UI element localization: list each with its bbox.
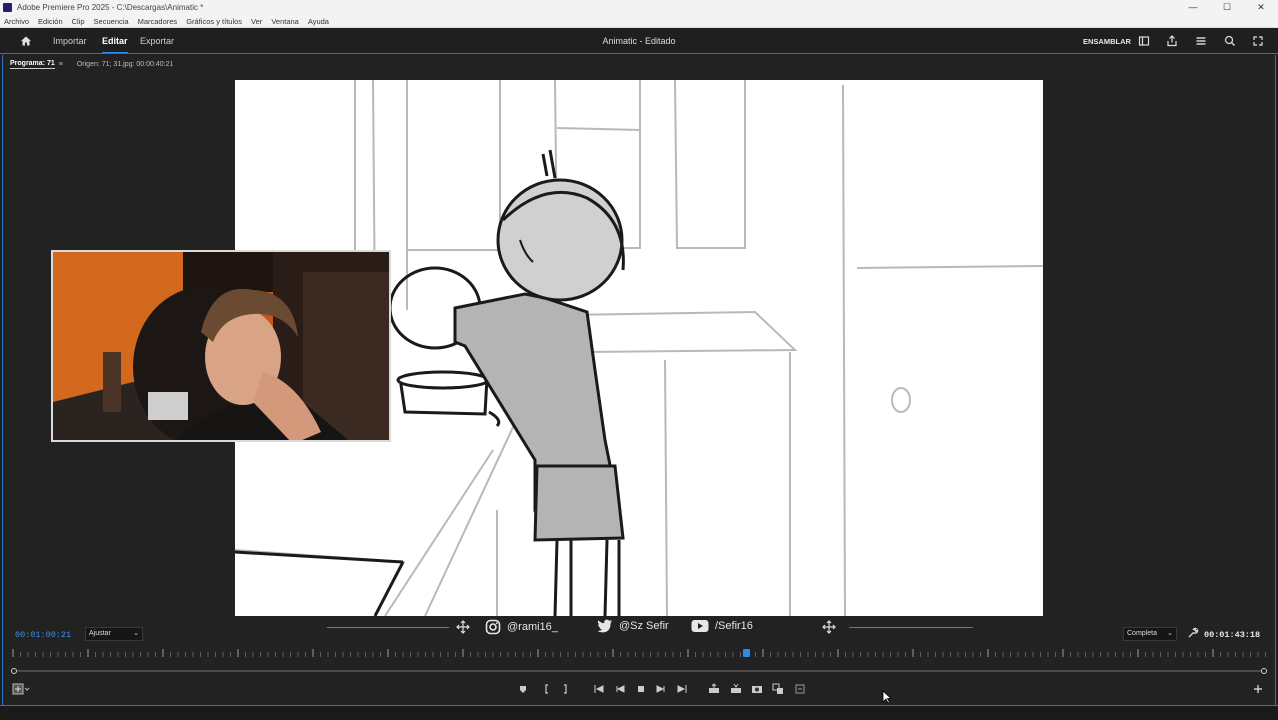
export-frame-button[interactable]: [751, 683, 763, 695]
webcam-overlay[interactable]: [51, 250, 391, 442]
move-icon[interactable]: [456, 620, 470, 634]
window-title: Adobe Premiere Pro 2025 - C:\Descargas\A…: [17, 3, 204, 12]
go-to-in-button[interactable]: [593, 683, 605, 695]
toggle-proxy-button[interactable]: [794, 683, 806, 695]
duration-timecode: 00:01:43:18: [1204, 630, 1261, 640]
fit-value: Ajustar: [89, 630, 111, 637]
menu-graficos[interactable]: Gráficos y títulos: [186, 17, 242, 26]
menu-secuencia[interactable]: Secuencia: [94, 17, 129, 26]
bottom-border: [0, 705, 1278, 720]
program-monitor: Programa: 71 ≡ Origen: 71; 31.jpg: 00:00…: [2, 55, 1276, 705]
wrench-icon[interactable]: [1187, 627, 1199, 639]
step-forward-button[interactable]: [655, 683, 667, 695]
fit-dropdown[interactable]: Ajustar ⌄: [85, 627, 143, 641]
stop-button[interactable]: [635, 683, 647, 695]
expand-icon[interactable]: [1251, 34, 1265, 48]
workspace-label[interactable]: ENSAMBLAR: [1083, 37, 1131, 46]
menu-edicion[interactable]: Edición: [38, 17, 63, 26]
menu-ayuda[interactable]: Ayuda: [308, 17, 329, 26]
youtube-icon: [691, 620, 709, 632]
menu-bar: Archivo Edición Clip Secuencia Marcadore…: [0, 15, 1278, 28]
add-marker-button[interactable]: [517, 683, 529, 695]
twitter-handle: @Sz Sefir: [597, 619, 669, 633]
maximize-button[interactable]: ☐: [1210, 0, 1244, 15]
go-to-out-button[interactable]: [676, 683, 688, 695]
chevron-down-icon: ⌄: [1167, 630, 1173, 637]
youtube-handle: /Sefir16: [691, 619, 753, 633]
lift-button[interactable]: [708, 683, 720, 695]
current-timecode[interactable]: 00:01:00:21: [15, 630, 71, 640]
zoom-scrollbar[interactable]: [11, 668, 1267, 674]
scrollbar-start-handle[interactable]: [11, 668, 17, 674]
tab-exportar[interactable]: Exportar: [140, 36, 174, 46]
slider-left[interactable]: [327, 627, 449, 628]
window-titlebar: Adobe Premiere Pro 2025 - C:\Descargas\A…: [0, 0, 1278, 15]
panel-layout-icon[interactable]: [1137, 34, 1151, 48]
scrollbar-track: [17, 670, 1261, 672]
resolution-dropdown[interactable]: Completa ⌄: [1123, 627, 1177, 641]
header-divider: [0, 53, 1278, 54]
comparison-view-button[interactable]: [772, 683, 784, 695]
source-label: Origen: 71; 31.jpg: 00:00:40:21: [76, 60, 174, 68]
tab-importar[interactable]: Importar: [53, 36, 87, 46]
step-back-button[interactable]: [614, 683, 626, 695]
monitor-panel-tabs: Programa: 71 ≡ Origen: 71; 31.jpg: 00:00…: [10, 58, 173, 70]
resolution-value: Completa: [1127, 630, 1157, 637]
instagram-handle: @rami16_: [485, 619, 558, 635]
twitter-icon: [597, 619, 612, 633]
scrollbar-end-handle[interactable]: [1261, 668, 1267, 674]
premiere-app-icon: [3, 3, 12, 12]
menu-ventana[interactable]: Ventana: [271, 17, 299, 26]
chevron-down-icon: ⌄: [133, 630, 139, 637]
move-icon[interactable]: [822, 620, 836, 634]
time-ruler[interactable]: [11, 647, 1267, 659]
close-button[interactable]: ✕: [1244, 0, 1278, 15]
premiere-window: Adobe Premiere Pro 2025 - C:\Descargas\A…: [0, 0, 1278, 720]
premiere-header: Importar Editar Exportar Animatic - Edit…: [0, 28, 1278, 54]
menu-marcadores[interactable]: Marcadores: [138, 17, 178, 26]
minimize-button[interactable]: —: [1176, 0, 1210, 15]
menu-clip[interactable]: Clip: [72, 17, 85, 26]
tab-program[interactable]: Programa: 71: [10, 60, 55, 69]
transport-controls: [3, 681, 1277, 697]
search-icon[interactable]: [1223, 34, 1237, 48]
menu-archivo[interactable]: Archivo: [4, 17, 29, 26]
extract-button[interactable]: [730, 683, 742, 695]
mark-in-button[interactable]: [541, 683, 553, 695]
menu-ver[interactable]: Ver: [251, 17, 262, 26]
youtube-text: /Sefir16: [715, 620, 753, 632]
slider-right[interactable]: [849, 627, 973, 628]
playhead[interactable]: [742, 649, 750, 657]
mouse-cursor: [882, 690, 892, 704]
window-controls: — ☐ ✕: [1176, 0, 1278, 15]
safe-margins-button[interactable]: [12, 683, 30, 695]
tab-editar[interactable]: Editar: [102, 36, 128, 54]
instagram-icon: [485, 619, 501, 635]
home-icon[interactable]: [19, 34, 33, 48]
webcam-feed: [53, 252, 389, 440]
instagram-text: @rami16_: [507, 621, 558, 633]
mark-out-button[interactable]: [559, 683, 571, 695]
twitter-text: @Sz Sefir: [619, 620, 669, 632]
panel-menu-icon[interactable]: ≡: [59, 61, 63, 68]
add-button-icon[interactable]: [1252, 683, 1264, 695]
social-overlay: @rami16_ @Sz Sefir /Sefir16: [321, 617, 981, 637]
menu-icon[interactable]: [1194, 34, 1208, 48]
share-icon[interactable]: [1165, 34, 1179, 48]
